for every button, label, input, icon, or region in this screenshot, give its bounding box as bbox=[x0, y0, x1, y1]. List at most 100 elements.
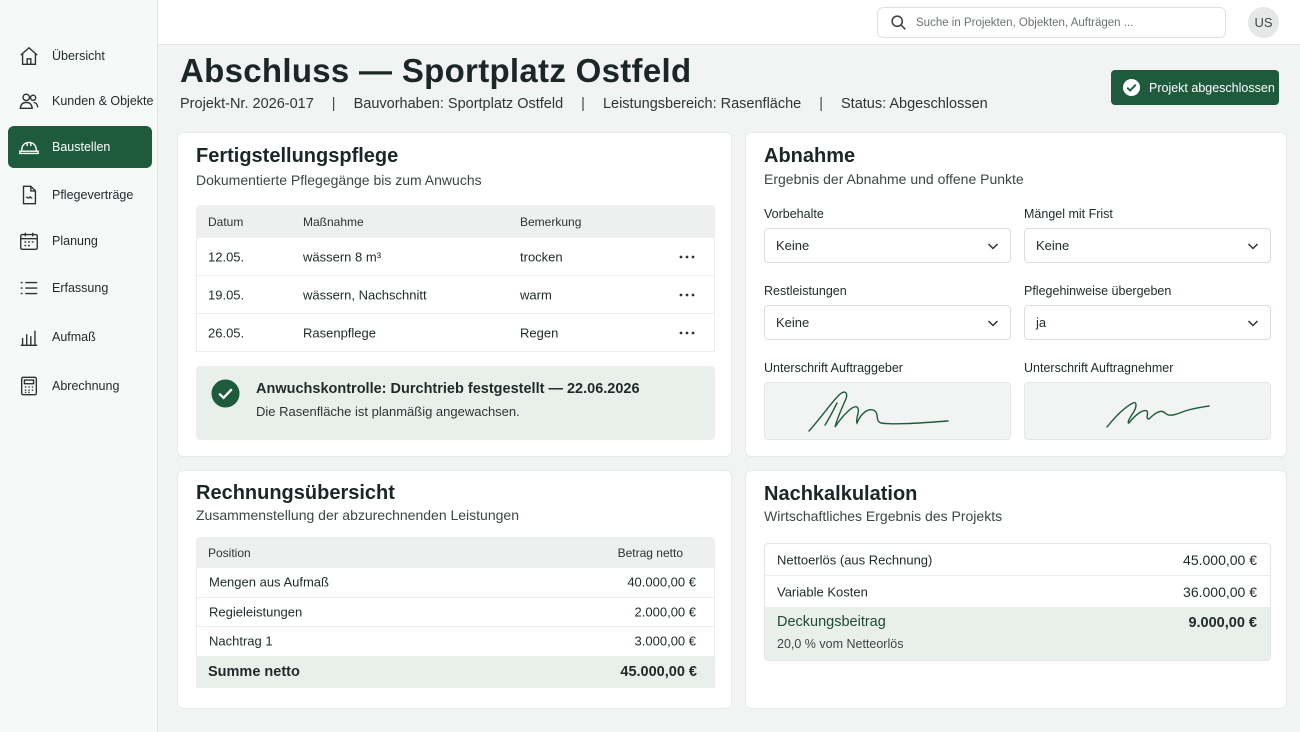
cell-label: Nettoerlös (aus Rechnung) bbox=[777, 552, 933, 567]
table-row: Mengen aus Aufmaß 40.000,00 € bbox=[196, 568, 715, 598]
sidebar-item-label: Planung bbox=[52, 234, 98, 248]
growth-check-banner: Anwuchskontrolle: Durchtrieb festgestell… bbox=[196, 366, 715, 440]
defects-select[interactable]: Keine bbox=[1024, 228, 1271, 263]
calendar-icon bbox=[20, 232, 38, 250]
care-instructions-select[interactable]: ja bbox=[1024, 305, 1271, 340]
table-row: Nettoerlös (aus Rechnung) 45.000,00 € bbox=[765, 544, 1270, 576]
cell-amount: 2.000,00 € bbox=[634, 604, 696, 620]
sum-label: Summe netto bbox=[208, 664, 300, 680]
card-title: Abnahme bbox=[764, 145, 856, 167]
post-calculation-table: Nettoerlös (aus Rechnung) 45.000,00 € Va… bbox=[764, 543, 1271, 661]
project-construction: Bauvorhaben: Sportplatz Ostfeld bbox=[353, 96, 564, 112]
search-input[interactable] bbox=[916, 16, 1206, 29]
remaining-work-label: Restleistungen bbox=[764, 284, 847, 298]
contractor-signature-label: Unterschrift Auftragnehmer bbox=[1024, 361, 1174, 375]
calculator-icon bbox=[20, 376, 38, 396]
cell-amount: 3.000,00 € bbox=[634, 633, 696, 649]
reservations-select[interactable]: Keine bbox=[764, 228, 1011, 263]
cell-measure: wässern 8 m³ bbox=[303, 249, 382, 264]
cell-date: 26.05. bbox=[208, 325, 245, 340]
users-icon bbox=[19, 93, 39, 110]
banner-title: Anwuchskontrolle: Durchtrieb festgestell… bbox=[256, 381, 640, 397]
contribution-margin-label: Deckungsbeitrag bbox=[777, 614, 886, 630]
reservations-value: Keine bbox=[776, 238, 810, 253]
column-header-date: Datum bbox=[208, 214, 244, 229]
cell-amount: 40.000,00 € bbox=[627, 574, 696, 590]
table-header: Datum Maßnahme Bemerkung bbox=[196, 205, 715, 238]
column-header-position: Position bbox=[208, 545, 251, 560]
sidebar-item-kunden[interactable]: Kunden & Objekte bbox=[8, 80, 154, 122]
chevron-down-icon bbox=[987, 243, 999, 250]
more-options-icon[interactable] bbox=[679, 330, 695, 336]
sidebar-item-label: Erfassung bbox=[52, 281, 109, 295]
home-icon bbox=[20, 46, 38, 65]
sidebar-item-label: Übersicht bbox=[52, 49, 105, 63]
client-signature-label: Unterschrift Auftraggeber bbox=[764, 361, 903, 375]
sidebar-item-label: Pflegeverträge bbox=[52, 188, 134, 202]
cell-value: 45.000,00 € bbox=[1183, 551, 1257, 568]
chevron-down-icon bbox=[987, 320, 999, 327]
project-service-area: Leistungsbereich: Rasenfläche bbox=[602, 96, 802, 112]
construction-helmet-icon bbox=[19, 141, 39, 155]
cell-date: 19.05. bbox=[208, 287, 245, 302]
contractor-signature-field[interactable] bbox=[1024, 382, 1271, 440]
avatar[interactable]: US bbox=[1248, 7, 1279, 38]
cell-label: Variable Kosten bbox=[777, 584, 868, 599]
more-options-icon[interactable] bbox=[679, 254, 695, 260]
cell-position: Nachtrag 1 bbox=[209, 633, 273, 649]
acceptance-card: Abnahme Ergebnis der Abnahme und offene … bbox=[745, 132, 1287, 457]
card-subtitle: Zusammenstellung der abzurechnenden Leis… bbox=[196, 507, 519, 523]
table-row: 12.05. wässern 8 m³ trocken bbox=[196, 238, 715, 276]
cell-remark: trocken bbox=[520, 249, 563, 264]
cell-date: 12.05. bbox=[208, 249, 245, 264]
sidebar-item-erfassung[interactable]: Erfassung bbox=[8, 267, 152, 309]
bar-chart-icon bbox=[20, 330, 38, 346]
sidebar: Übersicht Kunden & Objekte Baustellen Pf… bbox=[0, 0, 158, 732]
sidebar-item-aufmass[interactable]: Aufmaß bbox=[8, 316, 152, 358]
project-completed-button[interactable]: Projekt abgeschlossen bbox=[1111, 70, 1279, 105]
meta-separator: | bbox=[331, 96, 336, 112]
sidebar-item-planung[interactable]: Planung bbox=[8, 220, 152, 262]
check-circle-icon bbox=[1122, 78, 1141, 97]
maintenance-card: Fertigstellungspflege Dokumentierte Pfle… bbox=[177, 132, 732, 457]
meta-separator: | bbox=[819, 96, 824, 112]
contribution-margin-value: 9.000,00 € bbox=[1188, 615, 1257, 631]
chevron-down-icon bbox=[1247, 243, 1259, 250]
care-instructions-label: Pflegehinweise übergeben bbox=[1024, 284, 1172, 298]
client-signature bbox=[808, 391, 949, 432]
card-subtitle: Wirtschaftliches Ergebnis des Projekts bbox=[764, 508, 1003, 524]
project-completed-label: Projekt abgeschlossen bbox=[1149, 80, 1275, 95]
contribution-margin-note: 20,0 % vom Netteorlös bbox=[777, 637, 904, 651]
page-title: Abschluss — Sportplatz Ostfeld bbox=[180, 52, 692, 89]
cell-measure: Rasenpflege bbox=[303, 325, 376, 340]
contractor-signature bbox=[1106, 401, 1210, 428]
invoice-table: Position Betrag netto Mengen aus Aufmaß … bbox=[196, 537, 715, 688]
sidebar-item-pflegevertraege[interactable]: Pflegeverträge bbox=[8, 174, 152, 216]
cell-remark: Regen bbox=[520, 325, 559, 340]
invoice-overview-card: Rechnungsübersicht Zusammenstellung der … bbox=[177, 470, 732, 709]
sidebar-item-label: Aufmaß bbox=[52, 330, 96, 344]
remaining-work-select[interactable]: Keine bbox=[764, 305, 1011, 340]
post-calculation-card: Nachkalkulation Wirtschaftliches Ergebni… bbox=[745, 470, 1287, 709]
more-options-icon[interactable] bbox=[679, 292, 695, 298]
client-signature-field[interactable] bbox=[764, 382, 1011, 440]
sidebar-item-uebersicht[interactable]: Übersicht bbox=[8, 35, 152, 77]
maintenance-table: Datum Maßnahme Bemerkung 12.05. wässern … bbox=[196, 205, 715, 352]
contribution-margin-row: Deckungsbeitrag 20,0 % vom Netteorlös 9.… bbox=[765, 608, 1270, 660]
sidebar-item-abrechnung[interactable]: Abrechnung bbox=[8, 365, 152, 407]
search-box[interactable] bbox=[877, 7, 1226, 38]
table-row: Variable Kosten 36.000,00 € bbox=[765, 576, 1270, 608]
project-number: Projekt-Nr. 2026-017 bbox=[180, 96, 314, 112]
sidebar-item-baustellen[interactable]: Baustellen bbox=[8, 126, 152, 168]
sum-value: 45.000,00 € bbox=[620, 664, 697, 680]
sidebar-item-label: Kunden & Objekte bbox=[52, 94, 154, 108]
sidebar-item-label: Abrechnung bbox=[52, 379, 120, 393]
list-icon bbox=[20, 281, 38, 295]
cell-value: 36.000,00 € bbox=[1183, 583, 1257, 600]
card-title: Fertigstellungspflege bbox=[196, 145, 399, 167]
column-header-measure: Maßnahme bbox=[303, 214, 364, 229]
card-title: Rechnungsübersicht bbox=[196, 482, 395, 504]
project-status: Status: Abgeschlossen bbox=[841, 96, 988, 112]
card-subtitle: Ergebnis der Abnahme und offene Punkte bbox=[764, 171, 1024, 187]
table-row: Regieleistungen 2.000,00 € bbox=[196, 597, 715, 627]
